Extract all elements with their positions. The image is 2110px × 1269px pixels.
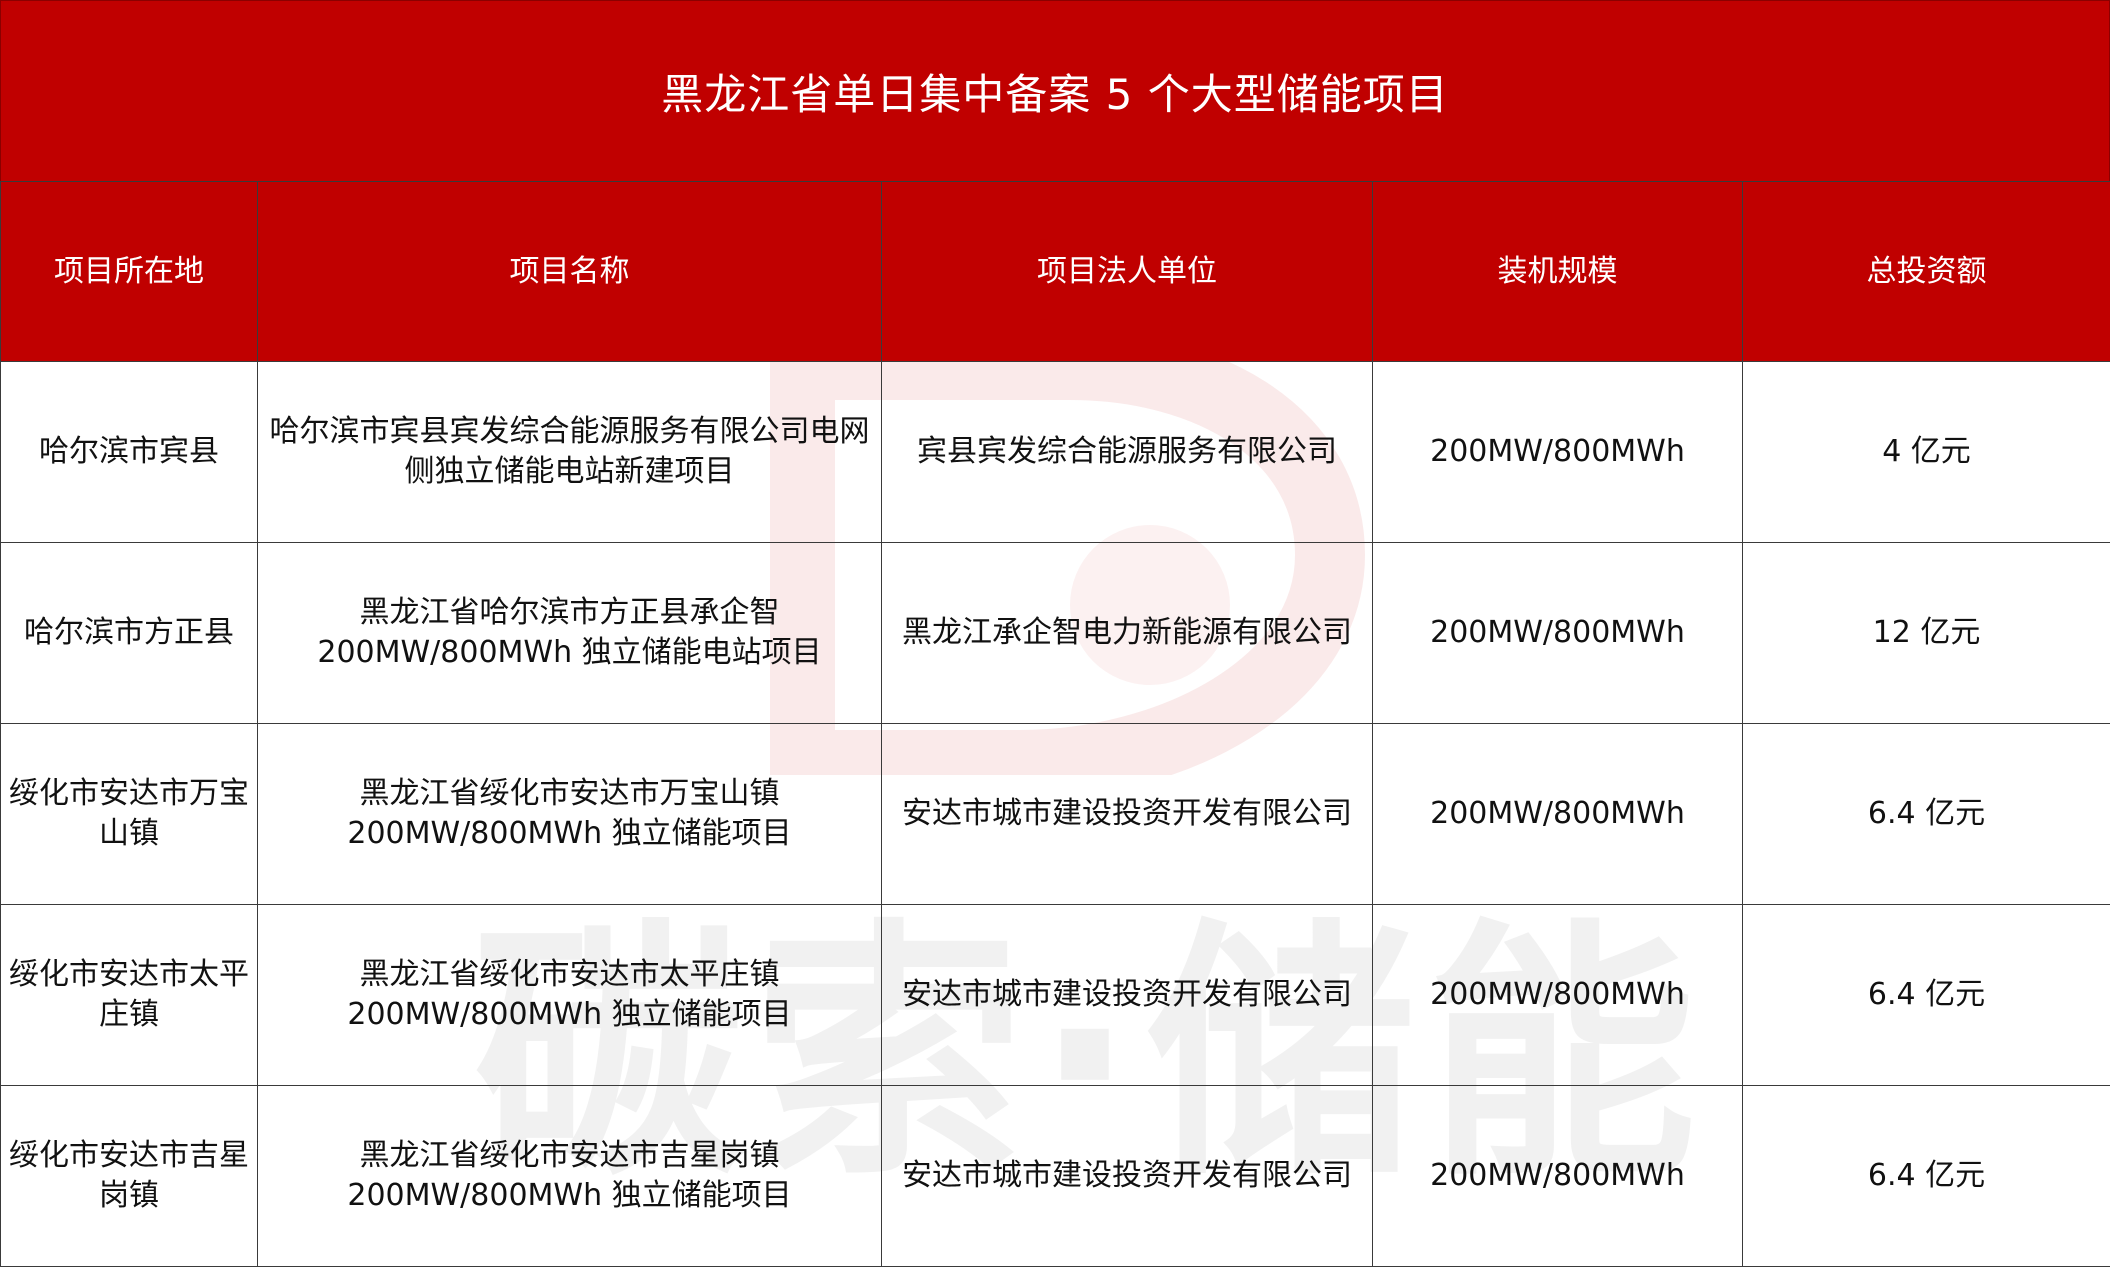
cell-investment: 12 亿元 [1742,542,2110,724]
cell-capacity: 200MW/800MWh [1372,542,1743,724]
cell-location: 哈尔滨市方正县 [0,542,258,724]
cell-location: 绥化市安达市万宝山镇 [0,723,258,905]
cell-investment: 6.4 亿元 [1742,904,2110,1086]
cell-project-name: 黑龙江省绥化市安达市吉星岗镇 200MW/800MWh 独立储能项目 [257,1085,882,1267]
cell-investment: 6.4 亿元 [1742,1085,2110,1267]
table-row: 绥化市安达市吉星岗镇 黑龙江省绥化市安达市吉星岗镇 200MW/800MWh 独… [0,1085,2110,1267]
cell-project-name: 黑龙江省绥化市安达市太平庄镇 200MW/800MWh 独立储能项目 [257,904,882,1086]
header-legal-entity: 项目法人单位 [881,181,1373,362]
cell-legal-entity: 安达市城市建设投资开发有限公司 [881,723,1373,905]
project-table: 项目所在地 项目名称 项目法人单位 装机规模 总投资额 哈尔滨市宾县 哈尔滨市宾… [0,181,2110,1267]
table-row: 哈尔滨市宾县 哈尔滨市宾县宾发综合能源服务有限公司电网侧独立储能电站新建项目 宾… [0,361,2110,543]
cell-capacity: 200MW/800MWh [1372,361,1743,543]
cell-capacity: 200MW/800MWh [1372,904,1743,1086]
cell-project-name: 哈尔滨市宾县宾发综合能源服务有限公司电网侧独立储能电站新建项目 [257,361,882,543]
header-location: 项目所在地 [0,181,258,362]
cell-location: 绥化市安达市吉星岗镇 [0,1085,258,1267]
table-row: 哈尔滨市方正县 黑龙江省哈尔滨市方正县承企智 200MW/800MWh 独立储能… [0,542,2110,724]
cell-location: 绥化市安达市太平庄镇 [0,904,258,1086]
cell-capacity: 200MW/800MWh [1372,723,1743,905]
header-capacity: 装机规模 [1372,181,1743,362]
table-row: 绥化市安达市太平庄镇 黑龙江省绥化市安达市太平庄镇 200MW/800MWh 独… [0,904,2110,1086]
cell-legal-entity: 黑龙江承企智电力新能源有限公司 [881,542,1373,724]
table-row: 绥化市安达市万宝山镇 黑龙江省绥化市安达市万宝山镇 200MW/800MWh 独… [0,723,2110,905]
cell-project-name: 黑龙江省绥化市安达市万宝山镇 200MW/800MWh 独立储能项目 [257,723,882,905]
cell-location: 哈尔滨市宾县 [0,361,258,543]
document-sheet: 碳索·储能 黑龙江省单日集中备案 5 个大型储能项目 项目所在地 项目名称 项目… [0,0,2110,1269]
page-title: 黑龙江省单日集中备案 5 个大型储能项目 [0,0,2110,182]
cell-investment: 4 亿元 [1742,361,2110,543]
cell-legal-entity: 安达市城市建设投资开发有限公司 [881,904,1373,1086]
cell-investment: 6.4 亿元 [1742,723,2110,905]
cell-capacity: 200MW/800MWh [1372,1085,1743,1267]
cell-legal-entity: 宾县宾发综合能源服务有限公司 [881,361,1373,543]
header-project-name: 项目名称 [257,181,882,362]
table-header-row: 项目所在地 项目名称 项目法人单位 装机规模 总投资额 [0,181,2110,362]
header-investment: 总投资额 [1742,181,2110,362]
cell-legal-entity: 安达市城市建设投资开发有限公司 [881,1085,1373,1267]
cell-project-name: 黑龙江省哈尔滨市方正县承企智 200MW/800MWh 独立储能电站项目 [257,542,882,724]
